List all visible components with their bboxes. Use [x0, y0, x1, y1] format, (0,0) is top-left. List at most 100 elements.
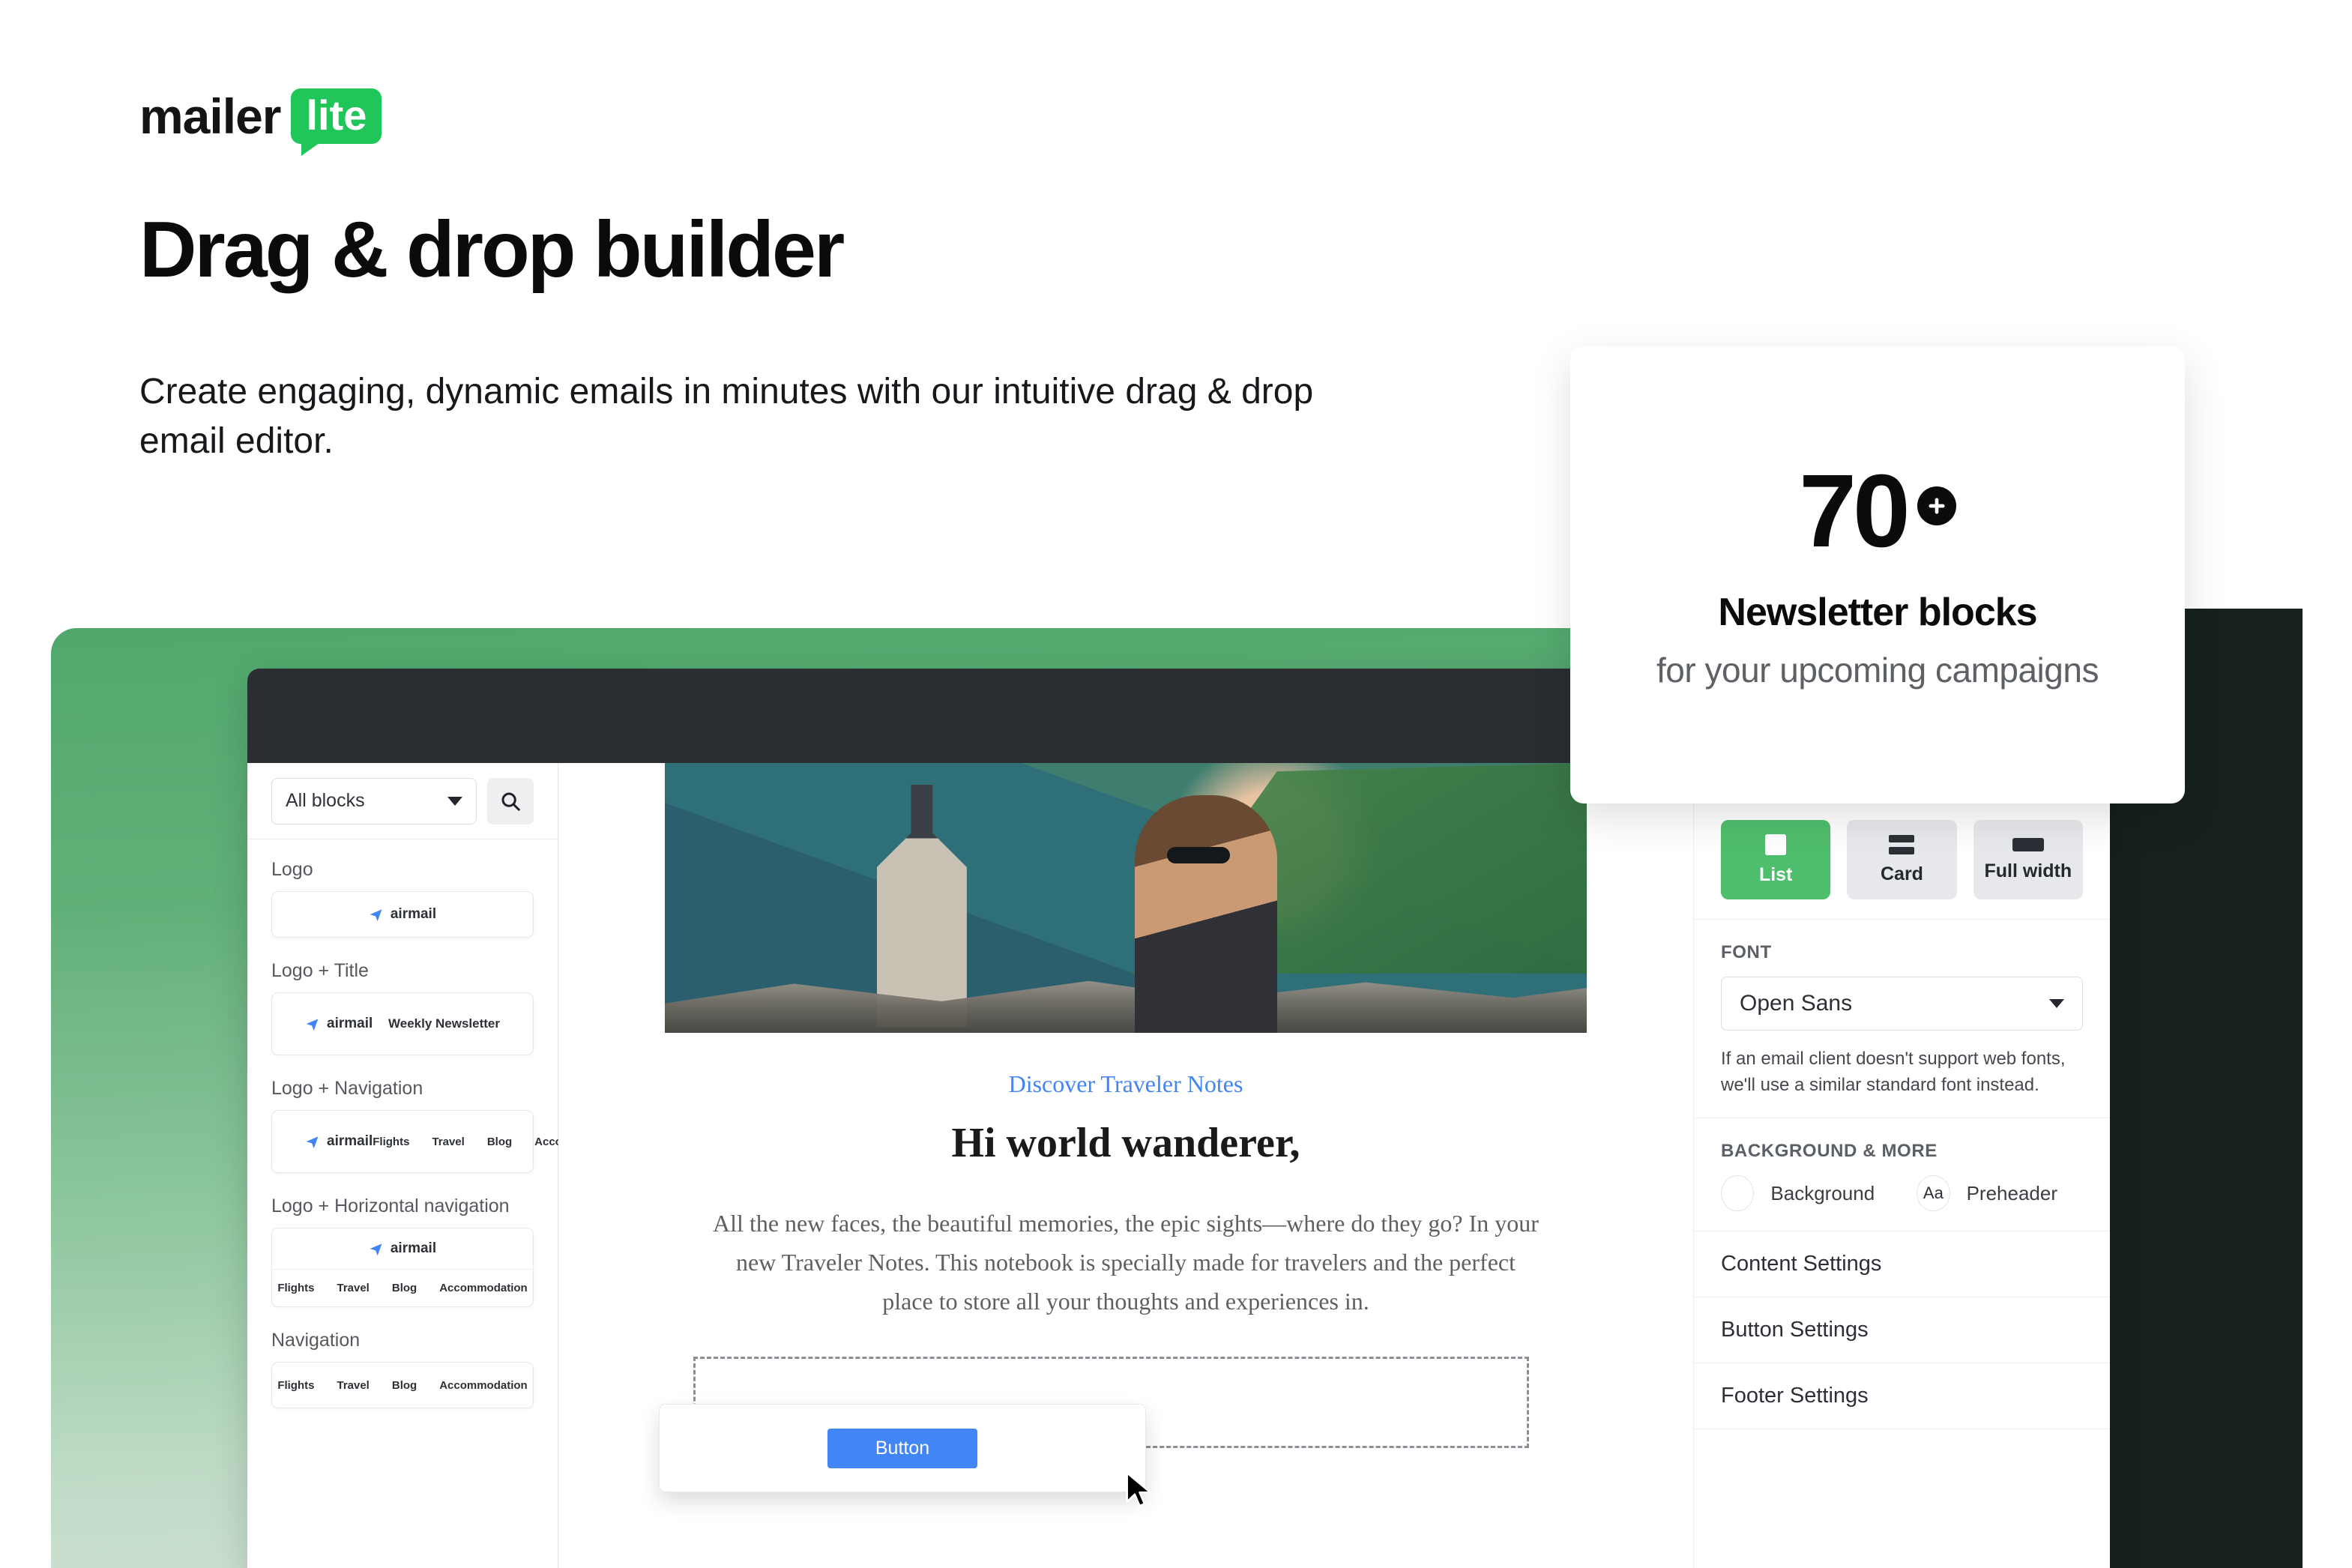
background-caption: BACKGROUND & MORE	[1721, 1141, 1938, 1162]
mailerlite-logo: mailer lite	[139, 88, 382, 156]
nav-item: Flights	[277, 1282, 315, 1294]
blocks-sidebar: All blocks Logo airmail Logo + Title air…	[247, 763, 623, 1568]
settings-panel: BLOCKS TYPE List Card Full width	[1693, 763, 2110, 1568]
nav-item: Flights	[277, 1378, 315, 1392]
hero-person-shape	[1135, 795, 1278, 1033]
background-options: Background Aa Preheader	[1721, 1175, 2083, 1212]
chevron-down-icon	[2049, 999, 2064, 1008]
hero-church-shape	[876, 784, 967, 1028]
block-group-label: Logo + Horizontal navigation	[271, 1195, 510, 1216]
blocks-type-list[interactable]: List	[1721, 820, 1831, 899]
font-caption: FONT	[1721, 942, 1772, 962]
page-root: mailer lite Drag & drop builder Create e…	[0, 0, 2352, 1568]
airmail-label: airmail	[327, 1133, 373, 1149]
block-group: Navigation Flights Travel Blog Accommoda…	[271, 1330, 534, 1408]
nav-items: Flights Travel Blog Accommodation	[277, 1282, 527, 1294]
nav-item: Travel	[337, 1378, 370, 1392]
hero-sunglasses-shape	[1167, 846, 1231, 863]
search-button[interactable]	[487, 777, 534, 824]
footer-settings-row[interactable]: Footer Settings	[1694, 1363, 2110, 1430]
square-icon	[1765, 833, 1787, 855]
email-canvas[interactable]: Discover Traveler Notes Hi world wandere…	[558, 763, 1693, 1568]
block-preview-nav[interactable]: Flights Travel Blog Accommodation	[271, 1362, 534, 1408]
nav-items: Flights Travel Blog Accommodation	[277, 1379, 527, 1392]
nav-item: Accommodation	[439, 1282, 528, 1294]
editor-body: All blocks Logo airmail Logo + Title air…	[247, 763, 2110, 1568]
blocks-type-full-width[interactable]: Full width	[1973, 820, 2083, 899]
block-preview-logo-nav[interactable]: airmail Flights Travel Blog Accommodatio…	[271, 1110, 623, 1173]
airmail-logo: airmail	[369, 1240, 436, 1257]
stat-number-row: 70	[1799, 459, 1956, 563]
block-preview-logo[interactable]: airmail	[271, 891, 534, 938]
logo-badge: lite	[291, 88, 382, 156]
plus-glyph	[1929, 498, 1945, 514]
preheader-label: Preheader	[1966, 1181, 2057, 1204]
email-body-text[interactable]: All the new faces, the beautiful memorie…	[710, 1204, 1542, 1321]
block-preview-row: airmail	[272, 1228, 533, 1269]
chevron-down-icon	[447, 796, 462, 806]
nav-item: Blog	[486, 1135, 513, 1148]
logo-wordmark: mailer	[139, 88, 281, 144]
paper-plane-icon	[306, 1019, 319, 1031]
nav-item: Travel	[432, 1135, 465, 1148]
block-title-text: Weekly Newsletter	[388, 1016, 500, 1031]
block-preview-logo-hnav[interactable]: airmail Flights Travel Blog Accommodatio…	[271, 1228, 534, 1307]
content-settings-row[interactable]: Content Settings	[1694, 1231, 2110, 1298]
plus-icon	[1917, 486, 1956, 525]
block-group-label: Logo + Title	[271, 960, 369, 981]
block-group: Logo airmail	[271, 859, 534, 938]
blocks-type-full-width-label: Full width	[1984, 860, 2072, 881]
airmail-label: airmail	[390, 1240, 437, 1256]
email-eyebrow[interactable]: Discover Traveler Notes	[665, 1070, 1587, 1098]
stat-card: 70 Newsletter blocks for your upcoming c…	[1570, 346, 2185, 803]
airmail-label: airmail	[390, 906, 437, 922]
blocks-list: Logo airmail Logo + Title airmail Weekly…	[247, 839, 623, 1408]
wide-bar-icon	[2012, 837, 2044, 851]
email-document: Discover Traveler Notes Hi world wandere…	[659, 763, 1587, 1507]
nav-item: Accommodation	[439, 1378, 528, 1392]
paper-plane-icon	[370, 909, 382, 922]
block-preview-row: airmail Weekly Newsletter	[289, 1004, 516, 1044]
block-preview-row: airmail Flights Travel Blog Accommodatio…	[289, 1121, 623, 1162]
page-title: Drag & drop builder	[139, 205, 845, 294]
background-color-swatch[interactable]	[1721, 1175, 1755, 1212]
preheader-icon[interactable]: Aa	[1917, 1175, 1950, 1212]
background-label: Background	[1770, 1181, 1875, 1204]
mouse-pointer-icon	[1126, 1471, 1152, 1507]
background-section: BACKGROUND & MORE Background Aa Preheade…	[1694, 1118, 2110, 1232]
dragged-block-card[interactable]: Button	[659, 1404, 1146, 1492]
font-select[interactable]: Open Sans	[1721, 977, 2083, 1031]
search-icon	[501, 792, 520, 811]
page-subtitle: Create engaging, dynamic emails in minut…	[139, 372, 1314, 462]
paper-plane-icon	[370, 1243, 382, 1256]
block-group-label: Logo + Navigation	[271, 1078, 423, 1099]
block-group-label: Logo	[271, 859, 313, 880]
button-settings-row[interactable]: Button Settings	[1694, 1297, 2110, 1364]
email-editor-window: All blocks Logo airmail Logo + Title air…	[247, 669, 2110, 1568]
blocks-type-card-label: Card	[1881, 863, 1923, 884]
block-preview-logo-title[interactable]: airmail Weekly Newsletter	[271, 992, 534, 1055]
stat-number: 70	[1799, 453, 1910, 569]
font-value: Open Sans	[1740, 991, 1853, 1016]
button-block-preview[interactable]: Button	[827, 1428, 978, 1468]
email-hero-image[interactable]	[665, 763, 1587, 1033]
email-heading[interactable]: Hi world wanderer,	[665, 1119, 1587, 1167]
paper-plane-icon	[306, 1136, 319, 1149]
nav-item: Blog	[391, 1378, 417, 1392]
blocks-type-options: List Card Full width	[1721, 820, 2083, 899]
block-group: Logo + Title airmail Weekly Newsletter	[271, 960, 534, 1055]
nav-item: Travel	[337, 1282, 370, 1294]
font-note: If an email client doesn't support web f…	[1721, 1049, 2066, 1096]
blocks-filter-select[interactable]: All blocks	[271, 777, 477, 824]
font-section: FONT Open Sans If an email client doesn'…	[1694, 920, 2110, 1119]
block-preview-row: Flights Travel Blog Accommodation	[272, 1269, 533, 1306]
airmail-logo: airmail	[305, 1133, 373, 1150]
block-group: Logo + Navigation airmail Flights Travel	[271, 1078, 623, 1173]
sidebar-toolbar: All blocks	[247, 763, 558, 839]
block-group-label: Navigation	[271, 1330, 361, 1351]
block-group: Logo + Horizontal navigation airmail Fli…	[271, 1195, 534, 1307]
blocks-type-card[interactable]: Card	[1847, 820, 1957, 899]
two-bars-icon	[1889, 834, 1915, 854]
airmail-label: airmail	[327, 1016, 373, 1031]
blocks-filter-value: All blocks	[286, 790, 365, 811]
